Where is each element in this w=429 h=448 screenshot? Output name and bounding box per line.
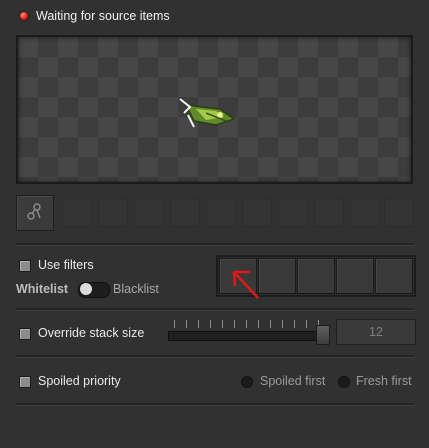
circuit-network-icon [27,203,41,220]
locomotive-icon [179,98,236,128]
empty-slot [314,199,344,227]
stack-size-input[interactable]: 12 [336,319,416,345]
empty-slot [384,199,414,227]
use-filters-label: Use filters [38,258,94,272]
divider [16,403,414,406]
divider [16,308,414,311]
slider-tick [186,320,187,328]
empty-slot [134,199,164,227]
fresh-first-label: Fresh first [356,374,412,388]
slider-tick [282,320,283,328]
spoiled-first-radio[interactable] [241,376,253,388]
empty-slot [62,199,92,227]
spoiled-first-label: Spoiled first [260,374,326,388]
empty-slot [242,199,272,227]
divider [16,355,414,358]
slider-tick [198,320,199,328]
status-indicator-icon [20,12,28,20]
override-stack-label: Override stack size [38,326,145,340]
slider-tick [294,320,295,328]
slider-tick [234,320,235,328]
toggle-knob [80,283,92,295]
filter-slot[interactable] [375,258,413,294]
stack-size-slider[interactable] [168,331,330,341]
stack-size-slider-handle[interactable] [316,325,330,345]
spoiled-priority-label: Spoiled priority [38,374,121,388]
status-text: Waiting for source items [36,9,170,23]
empty-slot [206,199,236,227]
spoiled-priority-checkbox[interactable] [19,376,31,388]
empty-slot [350,199,380,227]
override-stack-checkbox[interactable] [19,328,31,340]
use-filters-checkbox[interactable] [19,260,31,272]
annotation-arrow-icon [232,270,259,299]
slider-tick [246,320,247,328]
slider-tick [222,320,223,328]
circuit-slot-button[interactable] [16,195,54,231]
signal-slot-strip [16,195,414,235]
filter-slot[interactable] [297,258,335,294]
filter-slot[interactable] [336,258,374,294]
slider-tick [306,320,307,328]
divider [16,243,414,246]
empty-slot [98,199,128,227]
empty-slot [170,199,200,227]
empty-slot [278,199,308,227]
fresh-first-radio[interactable] [338,376,350,388]
slider-tick [270,320,271,328]
status-row: Waiting for source items [0,0,429,32]
slider-tick [210,320,211,328]
blacklist-label: Blacklist [113,282,159,296]
slider-tick [174,320,175,328]
whitelist-label: Whitelist [16,282,69,296]
slider-tick [258,320,259,328]
